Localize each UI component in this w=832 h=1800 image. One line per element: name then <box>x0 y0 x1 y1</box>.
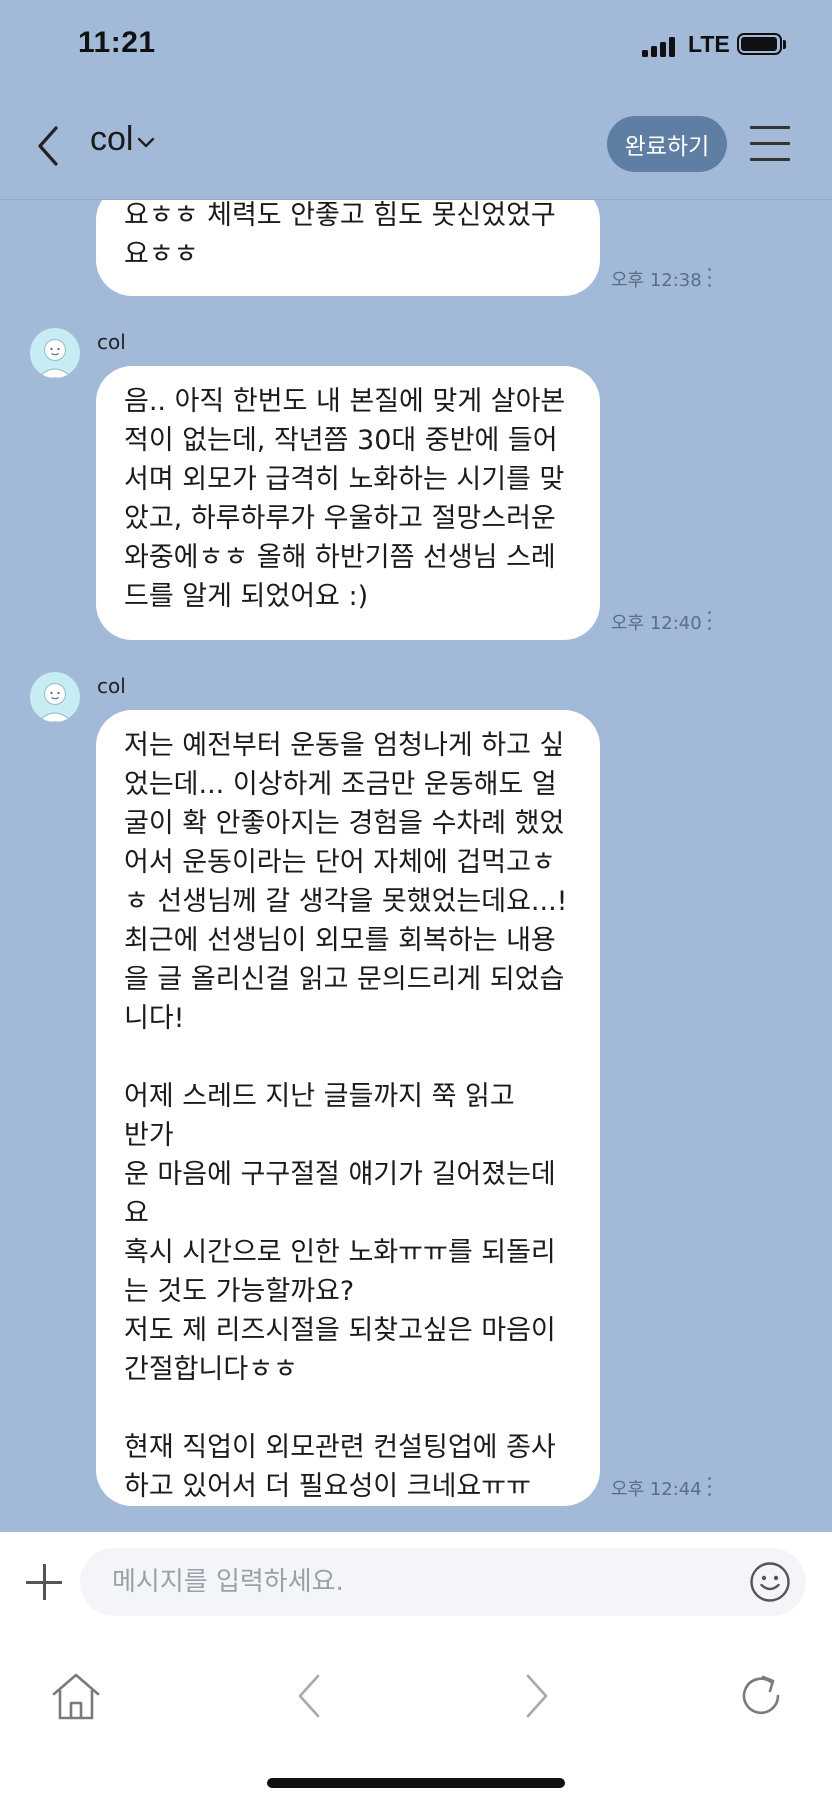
sender-name: col <box>97 330 126 354</box>
more-vertical-icon[interactable] <box>708 1477 712 1497</box>
plus-icon[interactable] <box>24 1562 64 1602</box>
avatar[interactable] <box>30 328 80 378</box>
home-icon[interactable] <box>48 1668 104 1724</box>
home-indicator[interactable] <box>267 1778 565 1788</box>
more-vertical-icon[interactable] <box>708 268 712 288</box>
hamburger-icon[interactable] <box>750 126 790 162</box>
avatar[interactable] <box>30 672 80 722</box>
chat-title: col <box>90 120 134 158</box>
forward-arrow-icon[interactable] <box>508 1668 564 1724</box>
battery-tip <box>783 40 786 49</box>
message-time: 오후 12:44 <box>611 1479 702 1500</box>
smiley-icon[interactable] <box>748 1560 792 1604</box>
message-bubble[interactable]: 저는 예전부터 운동을 엄청나게 하고 싶 었는데... 이상하게 조금만 운동… <box>96 710 600 1506</box>
browser-toolbar <box>0 1632 832 1800</box>
status-bar: 11:21 LTE <box>0 0 832 92</box>
message-time: 오후 12:38 <box>611 270 702 291</box>
message-time: 오후 12:40 <box>611 613 702 634</box>
chat-title-button[interactable]: col <box>90 120 155 159</box>
done-button[interactable]: 완료하기 <box>607 116 727 172</box>
network-type: LTE <box>688 31 730 57</box>
chat-message-list[interactable]: 요ㅎㅎ 체력도 안좋고 힘도 못신었었구 요ㅎㅎ 오후 12:38 col 음.… <box>0 200 832 1532</box>
message-bubble[interactable]: 요ㅎㅎ 체력도 안좋고 힘도 못신었었구 요ㅎㅎ <box>96 200 600 296</box>
battery-icon <box>737 33 782 55</box>
status-time: 11:21 <box>78 26 156 59</box>
more-vertical-icon[interactable] <box>708 611 712 631</box>
message-composer <box>0 1532 832 1632</box>
chevron-left-icon[interactable] <box>32 122 68 170</box>
chevron-down-icon <box>138 137 155 147</box>
chat-header: col 완료하기 <box>0 92 832 200</box>
message-input[interactable] <box>80 1548 806 1616</box>
refresh-icon[interactable] <box>734 1668 790 1724</box>
sender-name: col <box>97 674 126 698</box>
signal-icon <box>642 37 678 57</box>
message-bubble[interactable]: 음.. 아직 한번도 내 본질에 맞게 살아본 적이 없는데, 작년쯤 30대 … <box>96 366 600 640</box>
back-arrow-icon[interactable] <box>282 1668 338 1724</box>
